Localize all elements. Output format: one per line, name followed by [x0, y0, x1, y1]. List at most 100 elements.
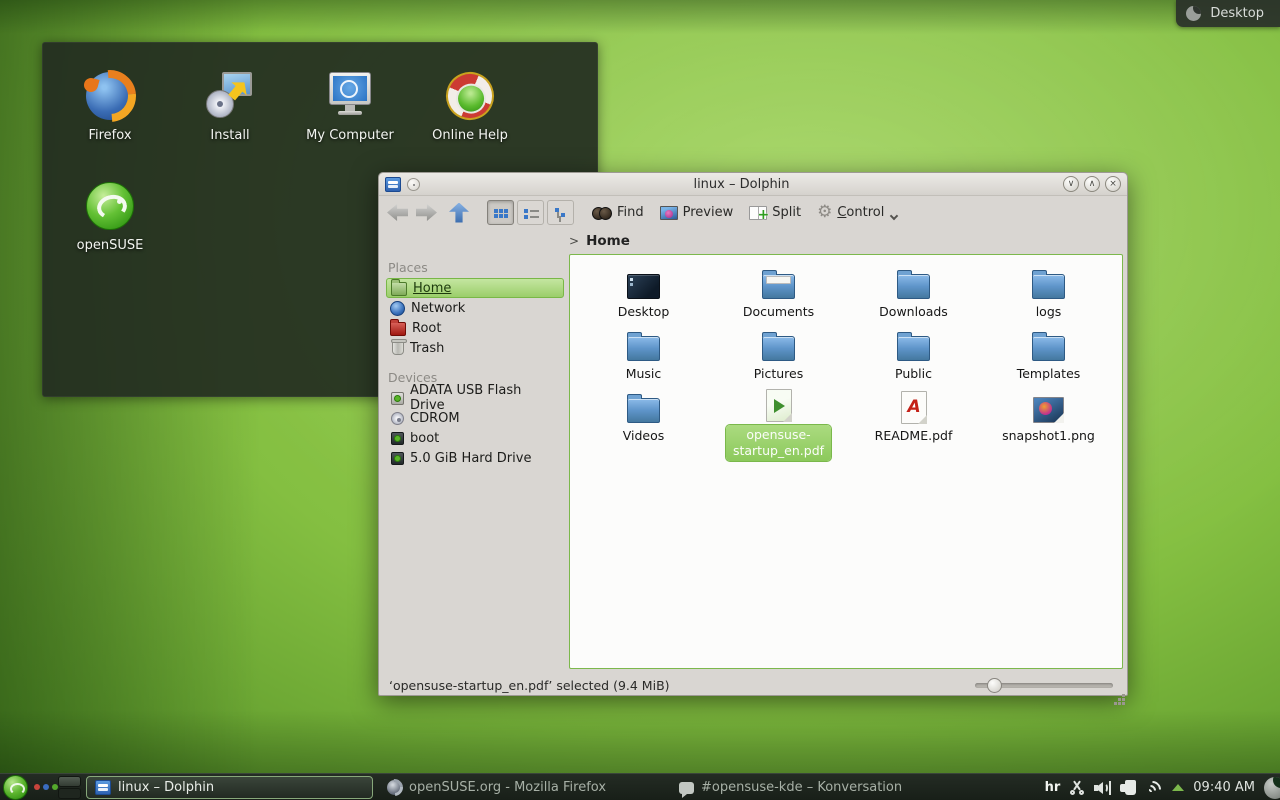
file-item-public[interactable]: Public: [846, 327, 981, 389]
minimize-button[interactable]: ∨: [1063, 176, 1079, 192]
icons-view-button[interactable]: [487, 200, 514, 225]
pdf-red-icon: [901, 391, 927, 424]
desktop-icon-online-help[interactable]: Online Help: [410, 72, 530, 143]
desktop-icon-label: My Computer: [306, 128, 394, 143]
file-item-logs[interactable]: logs: [981, 265, 1116, 327]
resize-grip[interactable]: [1122, 694, 1125, 697]
keyboard-layout-indicator[interactable]: hr: [1045, 780, 1061, 795]
firefox-icon: [387, 780, 402, 795]
desktop-pager[interactable]: [58, 776, 81, 799]
breadcrumb-arrow-icon: >: [569, 234, 579, 248]
dolphin-window: linux – Dolphin ∨ ∧ × Find Preview + Spl…: [378, 172, 1128, 696]
compact-view-button[interactable]: [517, 200, 544, 225]
sidebar-item-network[interactable]: Network: [386, 298, 564, 318]
activity-dots[interactable]: [34, 784, 58, 790]
sidebar-item-boot[interactable]: boot: [386, 428, 564, 448]
preview-icon: [660, 206, 678, 220]
desktop-icon-install[interactable]: Install: [170, 72, 290, 143]
close-button[interactable]: ×: [1105, 176, 1121, 192]
toolbar: Find Preview + Split ⚙ Control: [379, 196, 1127, 229]
task-dolphin[interactable]: linux – Dolphin: [86, 776, 373, 799]
firefox-icon: [86, 72, 134, 120]
split-button[interactable]: + Split: [745, 203, 805, 222]
forward-button[interactable]: [416, 204, 437, 221]
volume-icon[interactable]: [1094, 781, 1111, 795]
sidebar-item-home[interactable]: Home: [386, 278, 564, 298]
klipper-scissors-icon[interactable]: [1069, 780, 1085, 795]
titlebar[interactable]: linux – Dolphin ∨ ∧ ×: [379, 173, 1127, 196]
preview-button[interactable]: Preview: [656, 203, 738, 222]
panel-cashew-icon[interactable]: [1264, 777, 1280, 799]
file-item-downloads[interactable]: Downloads: [846, 265, 981, 327]
sidebar-item-trash[interactable]: Trash: [386, 338, 564, 358]
image-file-icon: [1033, 397, 1064, 423]
documents-folder-icon: [762, 274, 795, 299]
file-item-videos[interactable]: Videos: [576, 389, 711, 451]
file-item-pictures[interactable]: Pictures: [711, 327, 846, 389]
pager-desktop-1[interactable]: [58, 776, 81, 787]
cashew-icon: [1186, 6, 1201, 21]
network-globe-icon: [390, 301, 405, 316]
root-folder-icon: [390, 322, 406, 336]
folder-icon: [1032, 336, 1065, 361]
tray-expand-arrow-icon[interactable]: [1172, 784, 1184, 791]
sidebar-item-usb-drive[interactable]: ADATA USB Flash Drive: [386, 388, 564, 408]
taskbar: linux – Dolphin openSUSE.org - Mozilla F…: [0, 773, 1280, 800]
sidebar-item-root[interactable]: Root: [386, 318, 564, 338]
desktop-icon-my-computer[interactable]: My Computer: [290, 72, 410, 143]
usb-drive-icon: [391, 392, 404, 405]
task-konversation[interactable]: #opensuse-kde – Konversation: [671, 776, 961, 799]
file-item-documents[interactable]: Documents: [711, 265, 846, 327]
network-icon[interactable]: [1145, 780, 1163, 796]
task-firefox[interactable]: openSUSE.org - Mozilla Firefox: [379, 776, 667, 799]
up-button[interactable]: [449, 203, 469, 223]
trash-icon: [392, 341, 404, 355]
binoculars-icon: [592, 207, 612, 219]
file-item-music[interactable]: Music: [576, 327, 711, 389]
details-view-button[interactable]: [547, 200, 574, 225]
file-item-snapshot-png[interactable]: snapshot1.png: [981, 389, 1116, 451]
device-notifier-icon[interactable]: [1120, 780, 1136, 795]
desktop-icon-label: Firefox: [88, 128, 131, 143]
desktop-icon-firefox[interactable]: Firefox: [50, 72, 170, 143]
desktop-screen-icon: [627, 274, 660, 299]
all-desktops-pin-button[interactable]: [407, 178, 420, 191]
desktop-icon-opensuse[interactable]: openSUSE: [50, 182, 170, 253]
cdrom-icon: [391, 412, 404, 425]
pager-desktop-2[interactable]: [58, 788, 81, 799]
file-item-desktop[interactable]: Desktop: [576, 265, 711, 327]
folder-icon: [627, 398, 660, 423]
file-item-readme-pdf[interactable]: README.pdf: [846, 389, 981, 451]
file-item-opensuse-startup-pdf[interactable]: opensuse-startup_en.pdf: [711, 389, 846, 451]
places-panel: Places Home Network Root Trash Devices: [379, 252, 567, 671]
file-view[interactable]: Desktop Documents Downloads logs Music: [569, 254, 1123, 669]
desktop-toolbox[interactable]: Desktop: [1176, 0, 1280, 27]
folder-icon: [762, 336, 795, 361]
selected-file-label: opensuse-startup_en.pdf: [726, 425, 831, 461]
file-item-templates[interactable]: Templates: [981, 327, 1116, 389]
konversation-icon: [679, 782, 694, 794]
back-button[interactable]: [387, 204, 408, 221]
split-icon: +: [749, 206, 767, 220]
my-computer-icon: [326, 72, 374, 120]
clock[interactable]: 09:40 AM: [1193, 780, 1255, 795]
maximize-button[interactable]: ∧: [1084, 176, 1100, 192]
folder-icon: [897, 274, 930, 299]
control-button[interactable]: ⚙ Control: [813, 202, 901, 223]
system-tray: hr 09:40 AM: [1045, 774, 1280, 800]
dolphin-app-icon[interactable]: [385, 177, 401, 192]
breadcrumb-current[interactable]: Home: [586, 233, 630, 249]
application-launcher-button[interactable]: [3, 775, 28, 800]
desktop-toolbox-label: Desktop: [1210, 6, 1264, 21]
window-title: linux – Dolphin: [426, 177, 1057, 192]
install-icon: [206, 72, 254, 120]
folder-icon: [1032, 274, 1065, 299]
online-help-icon: [439, 65, 502, 128]
breadcrumb[interactable]: > Home: [379, 229, 1127, 252]
find-button[interactable]: Find: [588, 203, 648, 222]
opensuse-icon: [86, 182, 134, 230]
sidebar-item-hard-drive[interactable]: 5.0 GiB Hard Drive: [386, 448, 564, 468]
hard-drive-icon: [391, 452, 404, 465]
zoom-slider[interactable]: [975, 683, 1113, 688]
zoom-slider-handle[interactable]: [987, 678, 1002, 693]
